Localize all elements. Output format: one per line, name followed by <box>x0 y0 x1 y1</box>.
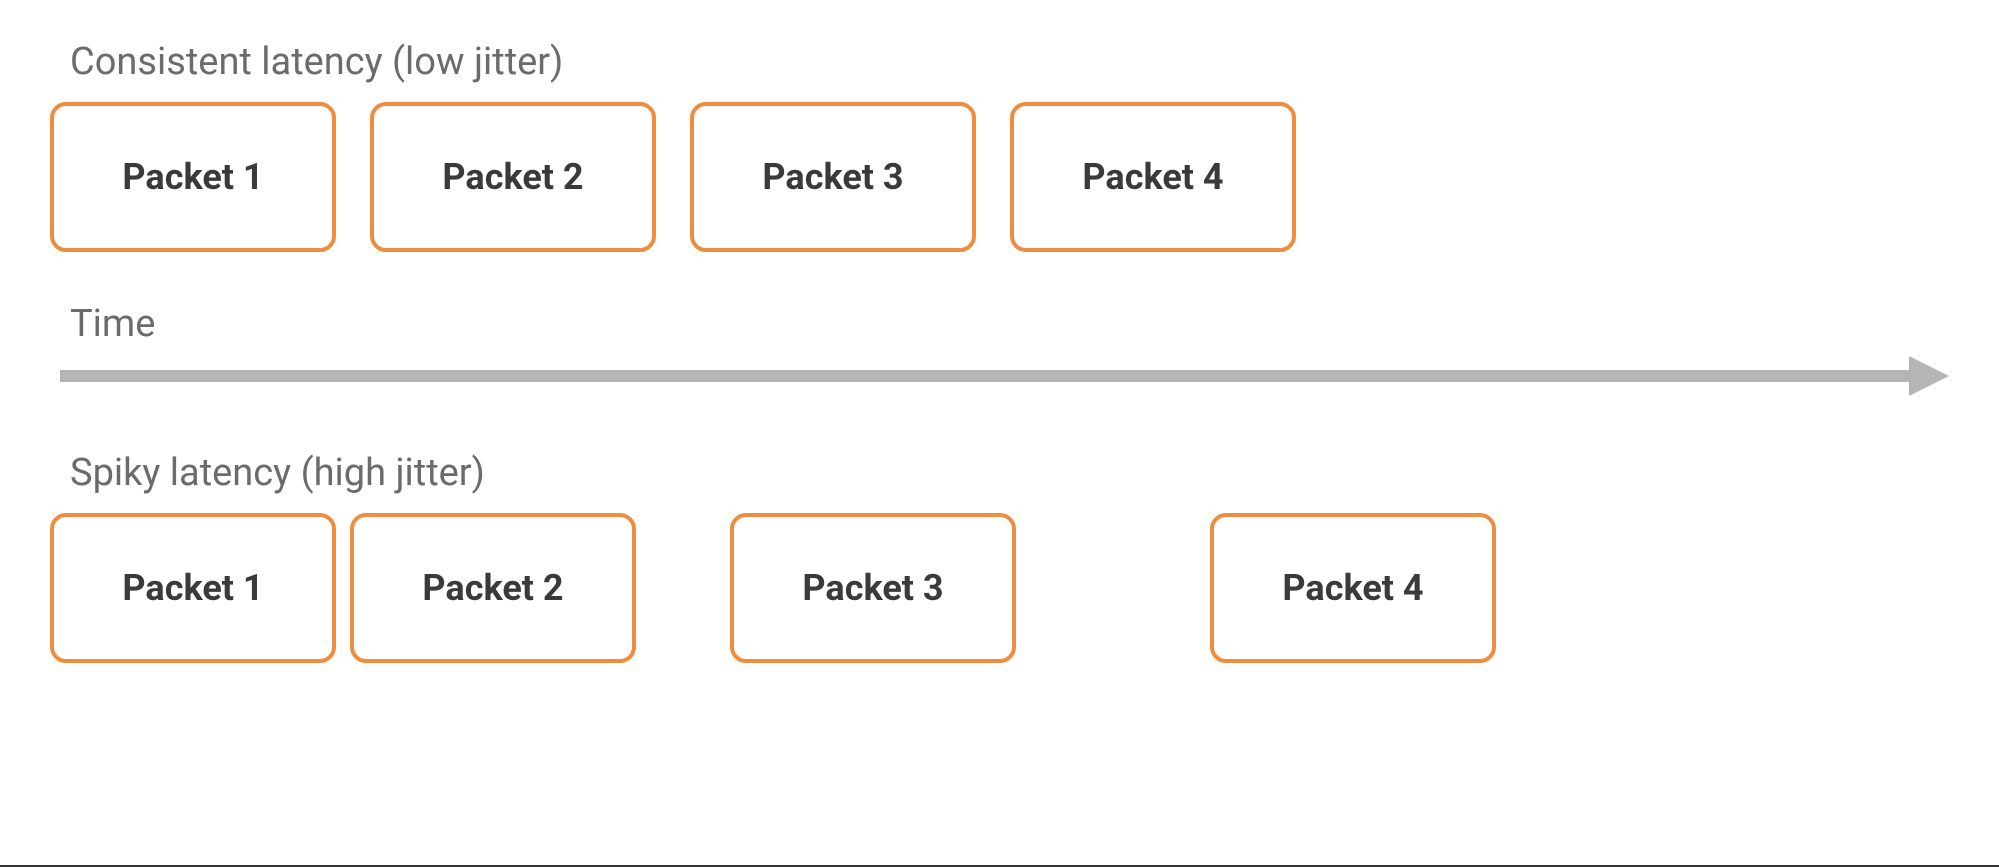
packet-box: Packet 4 <box>1010 102 1296 252</box>
packet-box: Packet 3 <box>690 102 976 252</box>
consistent-row: Packet 1 Packet 2 Packet 3 Packet 4 <box>50 102 1949 262</box>
packet-box: Packet 1 <box>50 513 336 663</box>
packet-box: Packet 2 <box>370 102 656 252</box>
consistent-latency-label: Consistent latency (low jitter) <box>70 40 1949 84</box>
packet-box: Packet 3 <box>730 513 1016 663</box>
packet-box: Packet 1 <box>50 102 336 252</box>
time-arrow <box>50 356 1949 396</box>
packet-box: Packet 2 <box>350 513 636 663</box>
arrow-head-icon <box>1909 356 1949 396</box>
spiky-row: Packet 1 Packet 2 Packet 3 Packet 4 <box>50 513 1949 673</box>
spiky-latency-label: Spiky latency (high jitter) <box>70 451 1949 495</box>
time-axis-label: Time <box>70 302 1949 346</box>
packet-box: Packet 4 <box>1210 513 1496 663</box>
arrow-line <box>60 370 1914 382</box>
